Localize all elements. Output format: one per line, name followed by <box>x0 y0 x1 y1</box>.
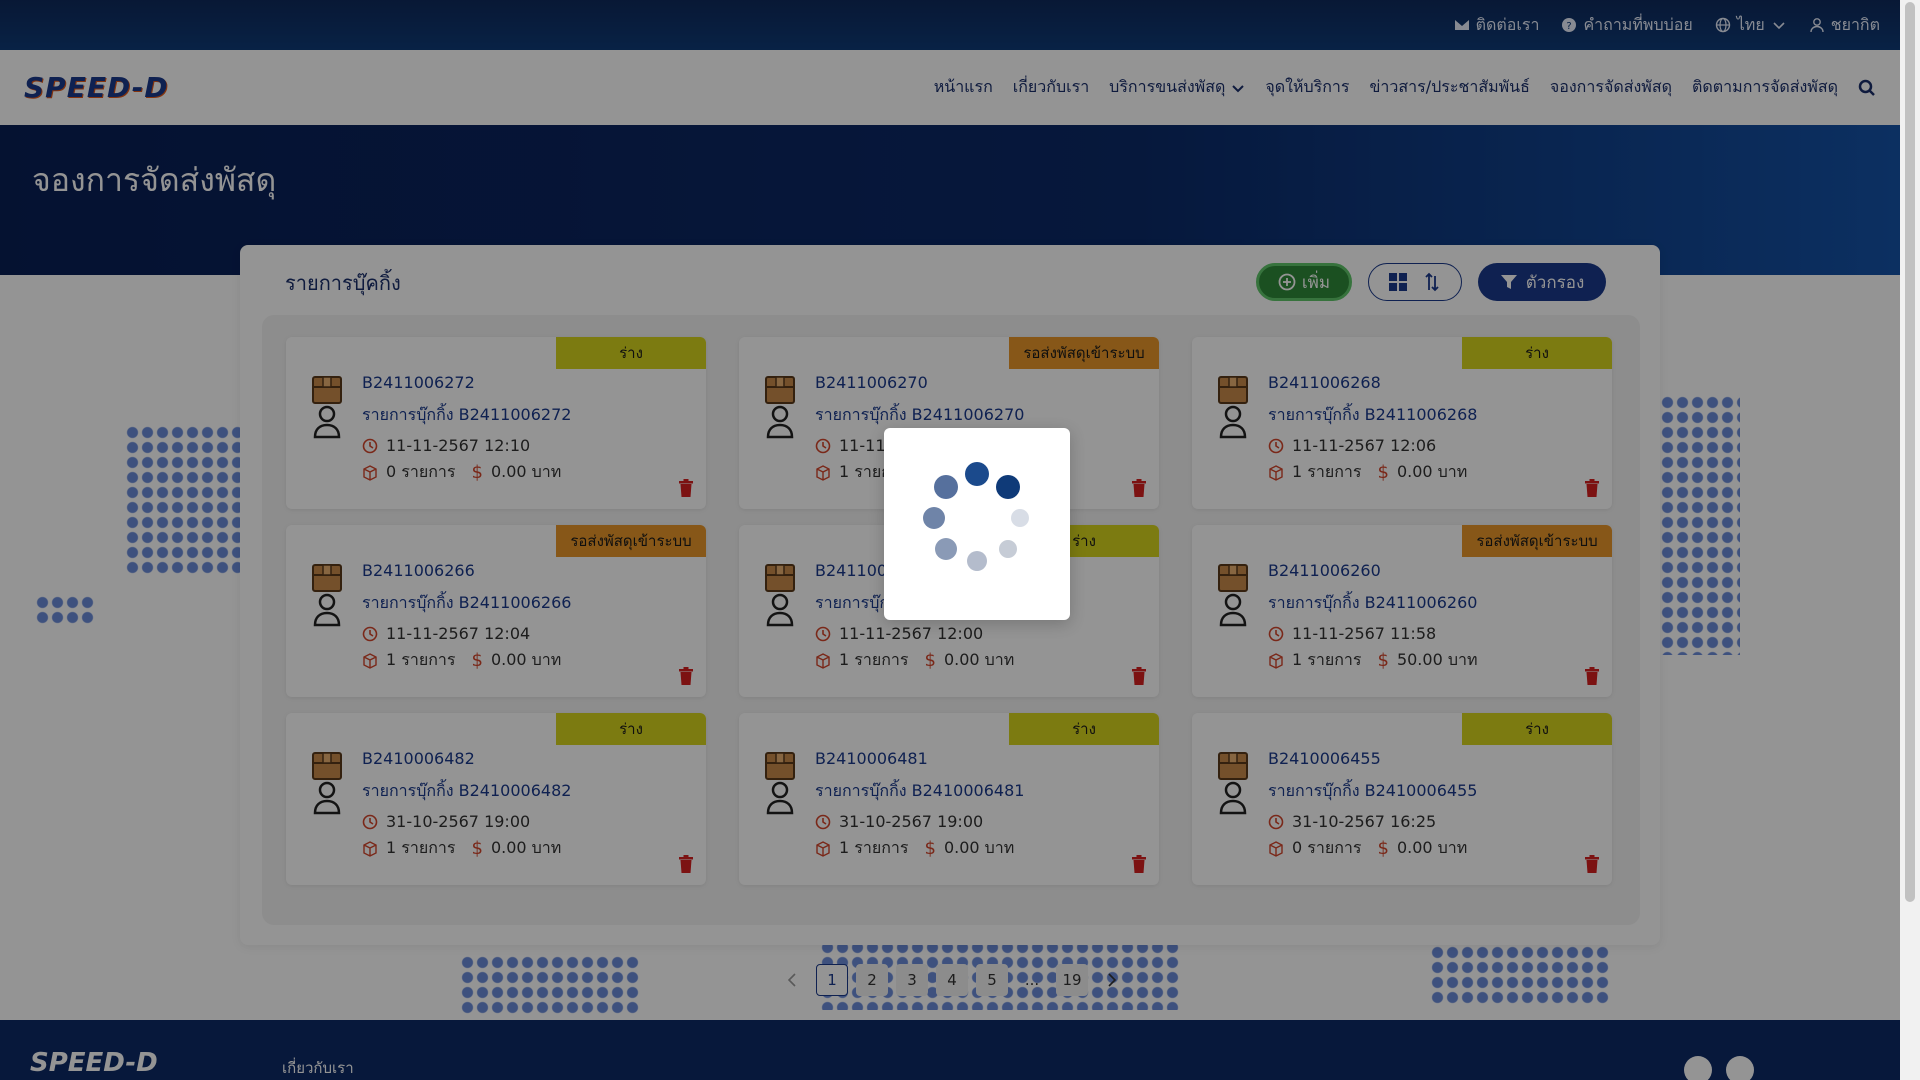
scrollbar-thumb[interactable] <box>1905 2 1915 902</box>
page-scrollbar[interactable] <box>1900 0 1920 1080</box>
loading-dialog <box>884 428 1070 620</box>
loading-spinner-icon <box>923 462 1029 571</box>
